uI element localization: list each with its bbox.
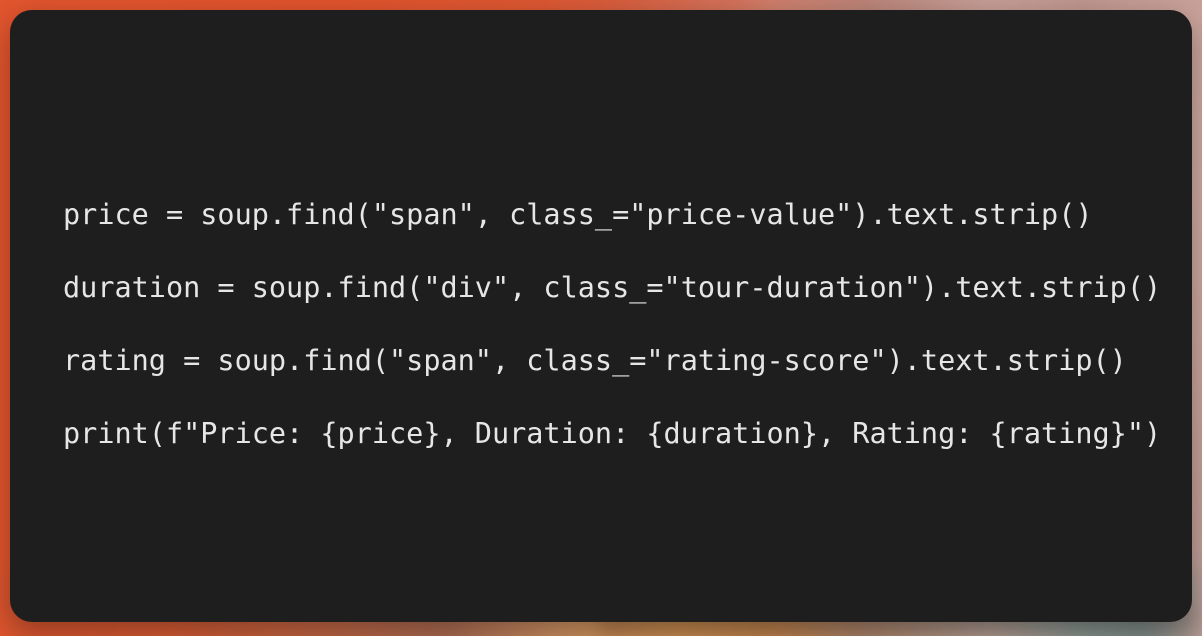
code-line: print(f"Price: {price}, Duration: {durat…	[63, 417, 1162, 450]
code-block[interactable]: price = soup.find("span", class_="price-…	[63, 178, 1178, 470]
code-line: duration = soup.find("div", class_="tour…	[63, 271, 1162, 304]
screenshot-stage: price = soup.find("span", class_="price-…	[0, 0, 1202, 636]
code-line: rating = soup.find("span", class_="ratin…	[63, 344, 1127, 377]
code-panel: price = soup.find("span", class_="price-…	[10, 10, 1192, 622]
code-line: price = soup.find("span", class_="price-…	[63, 198, 1093, 231]
